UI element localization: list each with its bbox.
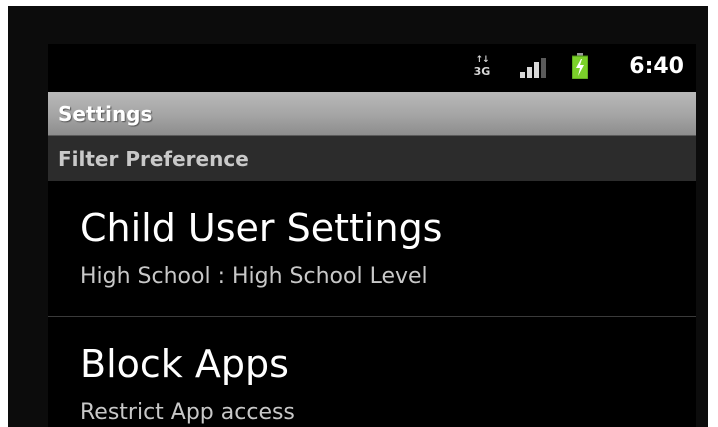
preference-title: Block Apps [80, 342, 289, 386]
preference-category-title: Filter Preference [58, 147, 249, 171]
battery-charging-icon [572, 53, 588, 79]
page: ↑↓ 3G 6:40 Settings Filter Preference Ch… [0, 0, 718, 427]
title-bar: Settings [48, 92, 696, 136]
signal-icon [520, 58, 546, 78]
preference-summary: Restrict App access [80, 400, 295, 425]
preference-title: Child User Settings [80, 206, 443, 250]
network-type-label: 3G [473, 65, 491, 78]
status-clock: 6:40 [629, 54, 684, 79]
preference-summary: High School : High School Level [80, 264, 428, 289]
child-user-settings-item[interactable]: Child User Settings High School : High S… [48, 181, 696, 317]
status-bar: ↑↓ 3G 6:40 [48, 44, 696, 92]
phone-screen: ↑↓ 3G 6:40 Settings Filter Preference Ch… [48, 44, 696, 427]
network-3g-icon: ↑↓ 3G [472, 55, 492, 79]
preference-category-header: Filter Preference [48, 136, 696, 181]
page-title: Settings [58, 102, 153, 126]
device-frame: ↑↓ 3G 6:40 Settings Filter Preference Ch… [8, 6, 708, 427]
block-apps-item[interactable]: Block Apps Restrict App access [48, 317, 696, 427]
